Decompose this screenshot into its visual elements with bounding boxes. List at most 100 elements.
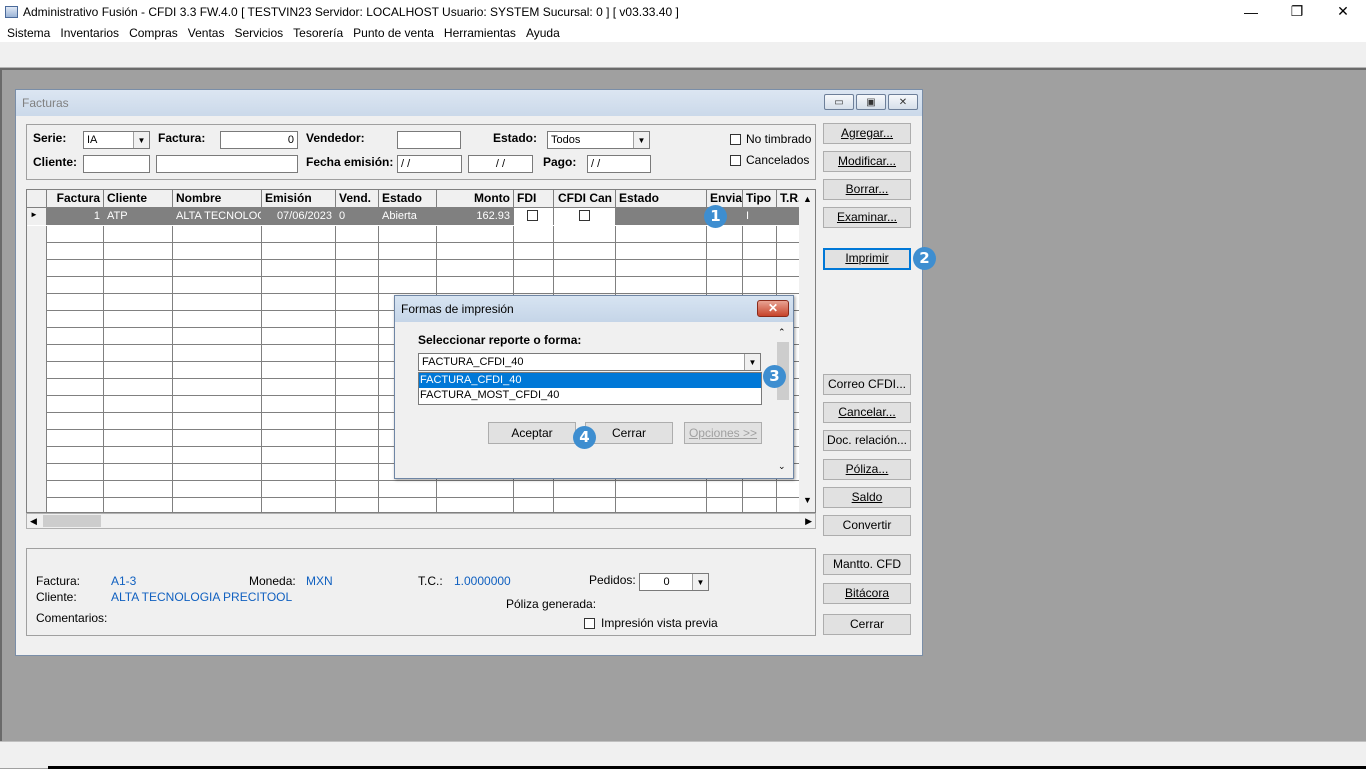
saldo-button[interactable]: Saldo — [823, 487, 911, 508]
empty-cell — [616, 481, 707, 498]
empty-cell — [262, 243, 336, 260]
chevron-down-icon[interactable]: ▼ — [133, 132, 149, 148]
modificar-button[interactable]: Modificar... — [823, 151, 911, 172]
empty-cell — [743, 243, 777, 260]
estado-combo[interactable]: Todos ▼ — [547, 131, 650, 149]
empty-cell — [47, 226, 104, 243]
col-monto[interactable]: Monto — [437, 190, 514, 208]
empty-table-row[interactable] — [27, 243, 815, 260]
convertir-button[interactable]: Convertir — [823, 515, 911, 536]
aceptar-button[interactable]: Aceptar — [488, 422, 576, 444]
col-factura[interactable]: Factura — [47, 190, 104, 208]
close-window-button[interactable]: ✕ — [1320, 0, 1366, 23]
maximize-button[interactable]: ❐ — [1274, 0, 1320, 23]
chevron-down-icon[interactable]: ▼ — [633, 132, 649, 148]
serie-combo[interactable]: IA ▼ — [83, 131, 150, 149]
empty-table-row[interactable] — [27, 277, 815, 294]
examinar-button[interactable]: Examinar... — [823, 207, 911, 228]
empty-cell — [336, 226, 379, 243]
empty-cell — [262, 294, 336, 311]
chevron-down-icon[interactable]: ▼ — [744, 354, 760, 370]
menu-servicios[interactable]: Servicios — [229, 26, 288, 40]
facturas-restore-button[interactable]: ▣ — [856, 94, 886, 110]
factura-input[interactable]: 0 — [220, 131, 298, 149]
empty-table-row[interactable] — [27, 481, 815, 498]
grid-vertical-scrollbar[interactable]: ▲ ▼ — [799, 190, 815, 512]
empty-table-row[interactable] — [27, 226, 815, 243]
chevron-down-icon[interactable]: ▼ — [692, 574, 708, 590]
empty-table-row[interactable] — [27, 498, 815, 512]
no-timbrado-checkbox[interactable] — [730, 134, 741, 145]
scroll-down-icon[interactable]: ⌄ — [778, 461, 786, 472]
menu-tesoreria[interactable]: Tesorería — [288, 26, 348, 40]
menu-inventarios[interactable]: Inventarios — [55, 26, 124, 40]
empty-cell — [173, 464, 262, 481]
table-row[interactable]: ► 1 ATP ALTA TECNOLOG 07/06/2023 0 Abier… — [27, 208, 815, 225]
minimize-button[interactable]: — — [1228, 0, 1274, 23]
cliente-input[interactable] — [83, 155, 150, 173]
scroll-up-icon[interactable]: ⌃ — [778, 327, 786, 338]
empty-cell — [173, 328, 262, 345]
mantto-cfd-button[interactable]: Mantto. CFD — [823, 554, 911, 575]
fecha-from-input[interactable]: / / — [397, 155, 462, 173]
col-cliente[interactable]: Cliente — [104, 190, 173, 208]
col-fdi[interactable]: FDI — [514, 190, 554, 208]
col-estado-2[interactable]: Estado — [616, 190, 707, 208]
menu-sistema[interactable]: Sistema — [2, 26, 55, 40]
forma-option-cfdi-40[interactable]: FACTURA_CFDI_40 — [419, 373, 761, 388]
scroll-thumb[interactable] — [43, 515, 101, 527]
info-moneda-label: Moneda: — [249, 574, 296, 588]
col-tipo[interactable]: Tipo — [743, 190, 777, 208]
scroll-left-icon[interactable]: ◀ — [30, 516, 37, 527]
menu-ventas[interactable]: Ventas — [183, 26, 230, 40]
empty-cell — [707, 243, 743, 260]
empty-cell — [554, 277, 616, 294]
empty-cell — [616, 243, 707, 260]
col-estado[interactable]: Estado — [379, 190, 437, 208]
grid-horizontal-scrollbar[interactable]: ◀ ▶ — [26, 513, 816, 529]
menu-punto-de-venta[interactable]: Punto de venta — [348, 26, 439, 40]
scroll-right-icon[interactable]: ▶ — [805, 516, 812, 527]
col-emision[interactable]: Emisión — [262, 190, 336, 208]
row-header-cell — [27, 243, 47, 260]
info-factura-label: Factura: — [36, 574, 81, 588]
empty-table-row[interactable] — [27, 260, 815, 277]
col-cfdi-can[interactable]: CFDI Can — [554, 190, 616, 208]
menu-compras[interactable]: Compras — [124, 26, 183, 40]
agregar-button[interactable]: Agregar... — [823, 123, 911, 144]
cancelados-checkbox[interactable] — [730, 155, 741, 166]
vista-previa-checkbox[interactable] — [584, 618, 595, 629]
menu-ayuda[interactable]: Ayuda — [521, 26, 565, 40]
pago-input[interactable]: / / — [587, 155, 651, 173]
correo-cfdi-button[interactable]: Correo CFDI... — [823, 374, 911, 395]
borrar-button[interactable]: Borrar... — [823, 179, 911, 200]
forma-option-most-cfdi-40[interactable]: FACTURA_MOST_CFDI_40 — [419, 388, 761, 403]
col-nombre[interactable]: Nombre — [173, 190, 262, 208]
poliza-button[interactable]: Póliza... — [823, 459, 911, 480]
dialog-scrollbar[interactable]: ⌃ ⌄ — [775, 324, 791, 476]
dialog-cerrar-button[interactable]: Cerrar — [585, 422, 673, 444]
fdi-checkbox[interactable] — [527, 210, 538, 221]
col-vend[interactable]: Vend. — [336, 190, 379, 208]
cfdi-can-checkbox[interactable] — [579, 210, 590, 221]
facturas-close-button[interactable]: ✕ — [888, 94, 918, 110]
pedidos-combo[interactable]: 0 ▼ — [639, 573, 709, 591]
dialog-close-button[interactable]: ✕ — [757, 300, 789, 317]
facturas-minimize-button[interactable]: ▭ — [824, 94, 854, 110]
imprimir-button[interactable]: Imprimir — [823, 248, 911, 270]
bitacora-button[interactable]: Bitácora — [823, 583, 911, 604]
doc-relacion-button[interactable]: Doc. relación... — [823, 430, 911, 451]
fecha-to-input[interactable]: / / — [468, 155, 533, 173]
scroll-down-icon[interactable]: ▼ — [803, 495, 812, 505]
grid-header: Factura Cliente Nombre Emisión Vend. Est… — [27, 190, 815, 208]
cancelar-button[interactable]: Cancelar... — [823, 402, 911, 423]
cerrar-button[interactable]: Cerrar — [823, 614, 911, 635]
forma-combo[interactable]: FACTURA_CFDI_40 ▼ — [418, 353, 761, 371]
empty-cell — [336, 447, 379, 464]
menu-herramientas[interactable]: Herramientas — [439, 26, 521, 40]
opciones-button[interactable]: Opciones >> — [684, 422, 762, 444]
vendedor-input[interactable] — [397, 131, 461, 149]
scroll-up-icon[interactable]: ▲ — [803, 194, 812, 204]
cliente-name-input[interactable] — [156, 155, 298, 173]
empty-cell — [514, 277, 554, 294]
